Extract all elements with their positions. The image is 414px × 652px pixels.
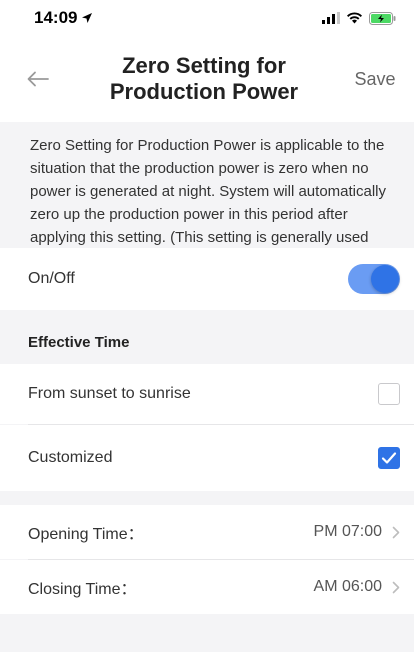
page-title-line-2: Production Power: [109, 79, 299, 104]
back-button[interactable]: [8, 49, 68, 109]
option-label: From sunset to sunrise: [28, 385, 191, 402]
option-sunset-to-sunrise[interactable]: From sunset to sunrise: [0, 364, 414, 424]
location-arrow-icon: [82, 13, 93, 23]
status-time-wrap: 14:09: [34, 8, 93, 28]
closing-time-label: Closing Time：: [28, 581, 137, 598]
page-title-line-1: Zero Setting for: [122, 53, 286, 78]
on-off-row: On/Off: [0, 248, 414, 310]
on-off-toggle[interactable]: [348, 264, 400, 294]
section-gap: [0, 491, 414, 505]
opening-time-value-wrap: PM 07:00: [314, 523, 400, 541]
signal-icon: [322, 12, 340, 24]
sunset-checkbox[interactable]: [378, 383, 400, 405]
nav-header: Zero Setting for Production Power Save: [0, 36, 414, 122]
toggle-knob: [371, 265, 399, 293]
wifi-icon: [347, 12, 362, 24]
battery-charging-icon: [369, 11, 396, 25]
status-bar: 14:09: [0, 0, 414, 36]
chevron-right-icon: [392, 581, 400, 593]
option-customized[interactable]: Customized: [0, 425, 414, 491]
option-label: Customized: [28, 449, 113, 466]
status-icons: [322, 11, 396, 25]
page-title: Zero Setting for Production Power: [68, 53, 340, 105]
effective-time-header: Effective Time: [0, 320, 414, 364]
closing-time-value-wrap: AM 06:00: [314, 578, 400, 596]
customized-checkbox[interactable]: [378, 447, 400, 469]
chevron-right-icon: [392, 526, 400, 538]
section-gap: [0, 310, 414, 320]
closing-time-row[interactable]: Closing Time： AM 06:00: [0, 560, 414, 614]
closing-time-value: AM 06:00: [313, 578, 382, 595]
description-text: Zero Setting for Production Power is app…: [0, 122, 414, 269]
checkmark-icon: [381, 452, 397, 464]
save-button[interactable]: Save: [340, 69, 410, 90]
back-arrow-icon: [27, 71, 49, 87]
opening-time-row[interactable]: Opening Time： PM 07:00: [0, 505, 414, 559]
on-off-label: On/Off: [28, 270, 75, 287]
opening-time-value: PM 07:00: [313, 523, 382, 540]
status-time: 14:09: [34, 8, 78, 27]
opening-time-label: Opening Time：: [28, 526, 144, 543]
bottom-background: [0, 614, 414, 652]
